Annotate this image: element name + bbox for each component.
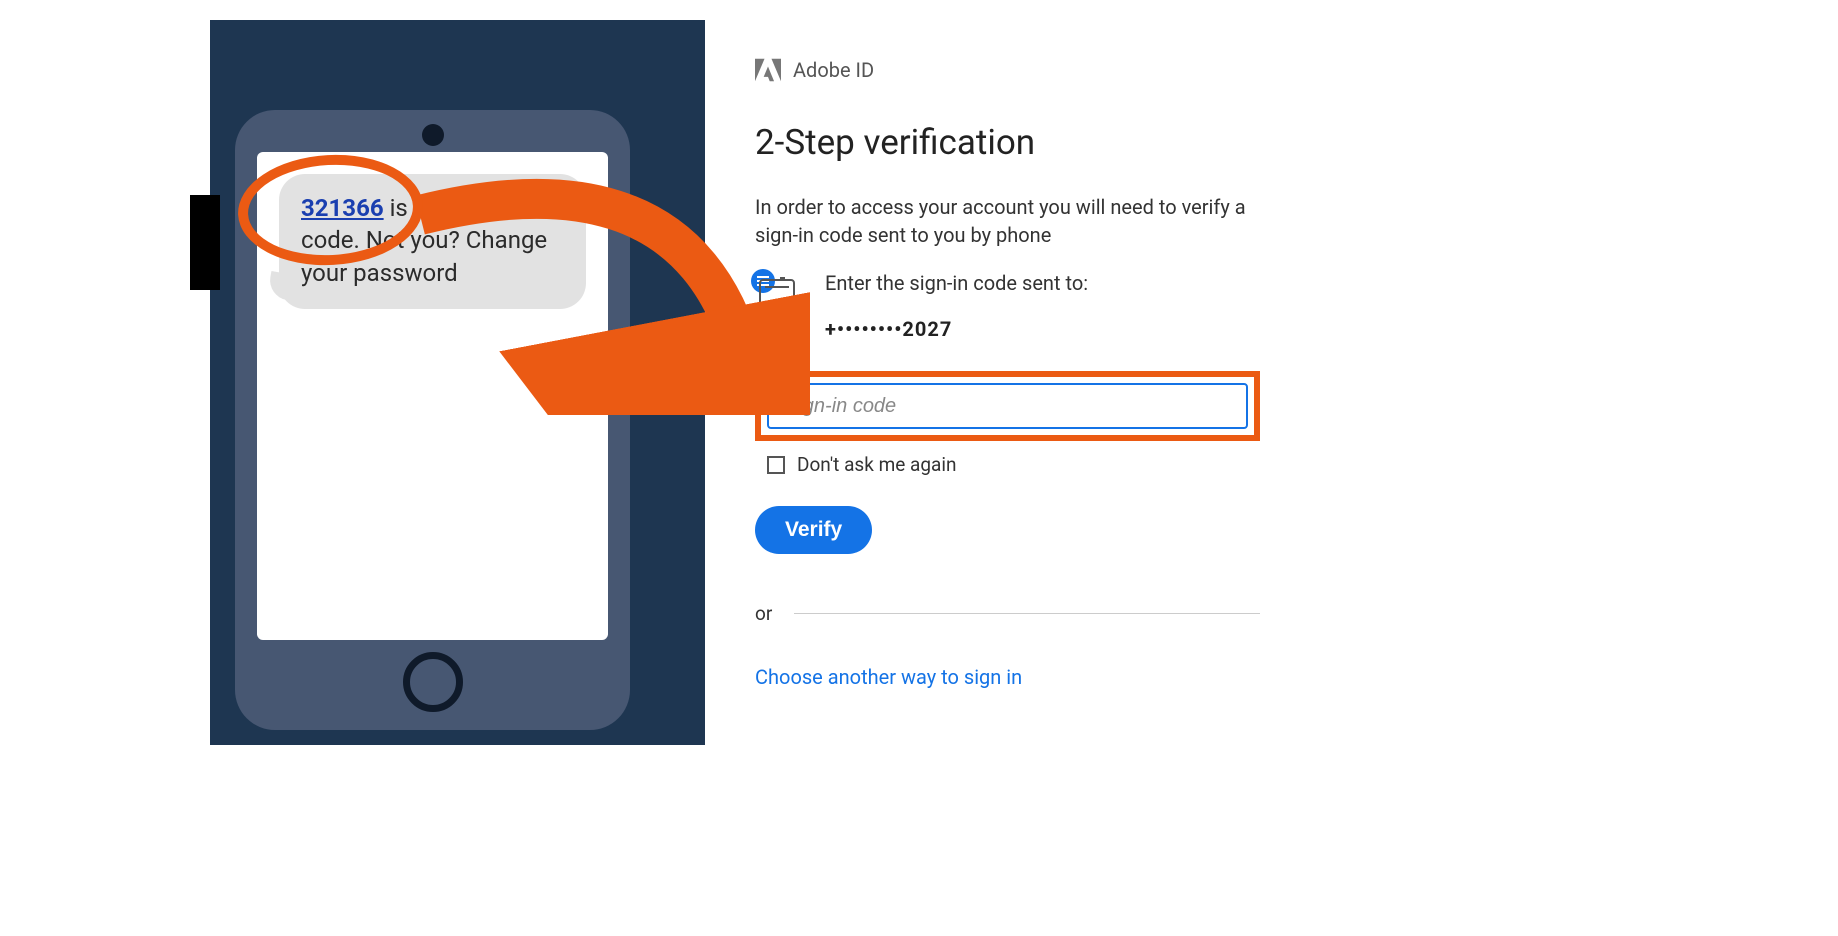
panel-description: In order to access your account you will…: [755, 193, 1260, 249]
phone-sms-icon: [755, 271, 799, 335]
or-divider: or: [755, 602, 1260, 625]
verify-button[interactable]: Verify: [755, 506, 872, 554]
enter-code-label: Enter the sign-in code sent to:: [825, 271, 1260, 295]
choose-another-way-link[interactable]: Choose another way to sign in: [755, 665, 1260, 689]
input-highlight-annotation: [755, 371, 1260, 441]
phone-home-button: [403, 652, 463, 712]
dont-ask-checkbox[interactable]: [767, 456, 785, 474]
phone-info-row: Enter the sign-in code sent to: +•••••••…: [755, 271, 1260, 341]
masked-phone-number: +••••••••2027: [825, 317, 1260, 341]
panel-header-text: Adobe ID: [793, 58, 874, 82]
page-title: 2-Step verification: [755, 122, 1260, 163]
panel-header: Adobe ID: [755, 58, 1260, 82]
verification-panel: Adobe ID 2-Step verification In order to…: [705, 20, 1310, 745]
side-tab-artifact: [190, 195, 220, 290]
dont-ask-label: Don't ask me again: [797, 453, 956, 476]
or-text: or: [755, 602, 772, 625]
signin-code-input[interactable]: [767, 383, 1248, 429]
adobe-logo-icon: [755, 58, 781, 82]
phone-camera-dot: [422, 124, 444, 146]
